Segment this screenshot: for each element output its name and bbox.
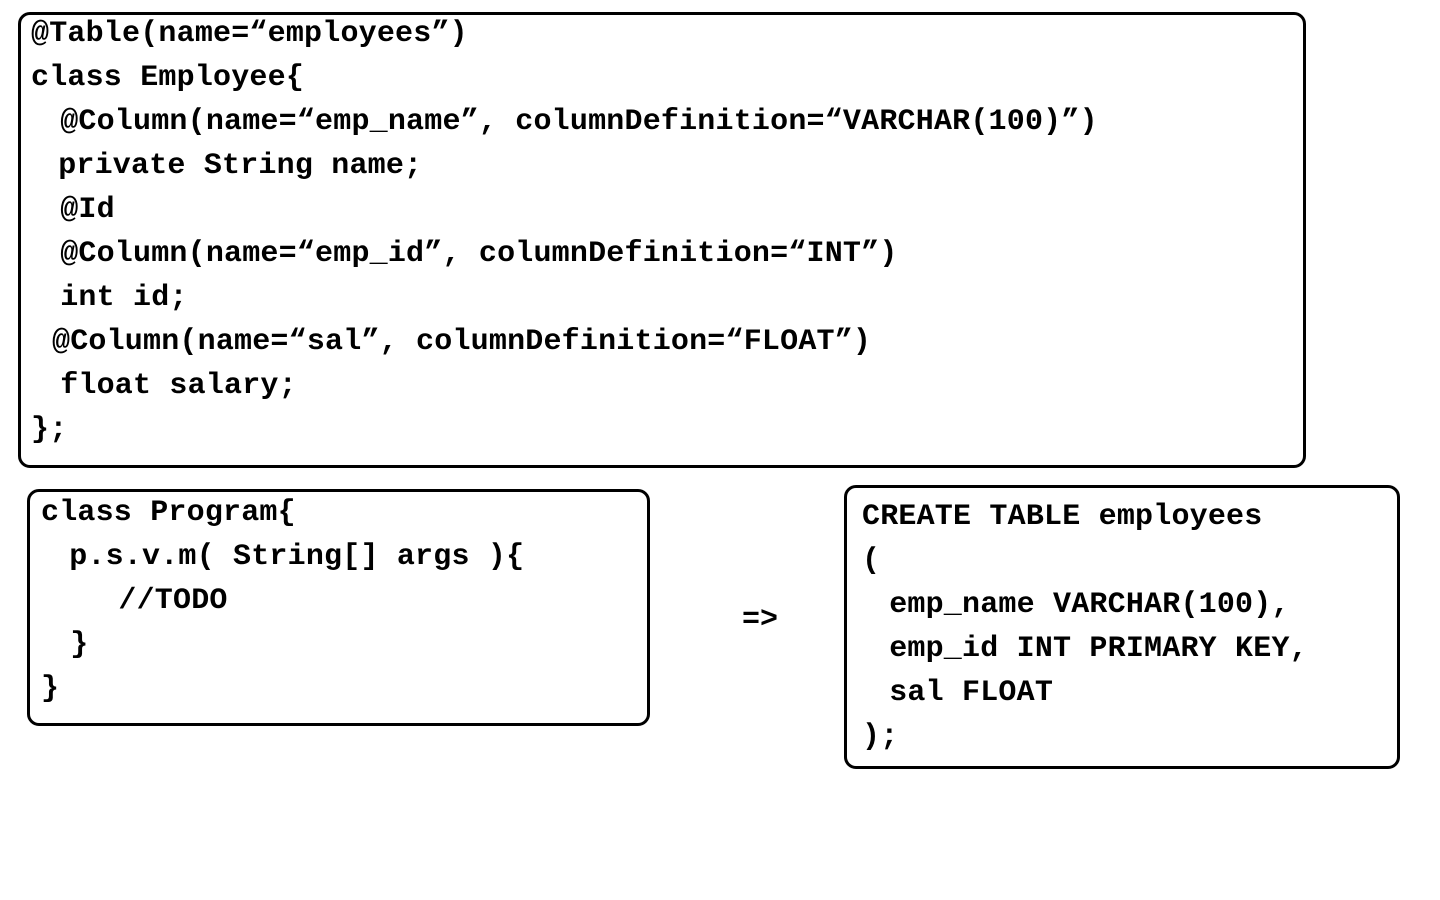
code-line: float salary; [42, 369, 297, 403]
code-line: int id; [42, 281, 188, 315]
code-line: emp_name VARCHAR(100), [871, 588, 1290, 622]
code-line: CREATE TABLE employees [862, 500, 1263, 534]
code-line: } [41, 672, 60, 706]
code-line: }; [31, 413, 68, 447]
sql-create-table-box: CREATE TABLE employees ( emp_name VARCHA… [844, 485, 1400, 769]
code-line: @Column(name=“emp_id”, columnDefinition=… [42, 237, 898, 271]
code-line: private String name; [40, 149, 423, 183]
entity-class-code-box: @Table(name=“employees”) class Employee{… [18, 12, 1306, 468]
transform-arrow: => [742, 603, 779, 637]
code-line: @Id [42, 193, 115, 227]
code-line: @Column(name=“emp_name”, columnDefinitio… [42, 105, 1098, 139]
code-line: //TODO [82, 584, 228, 618]
code-line: } [52, 628, 89, 662]
code-line: @Table(name=“employees”) [31, 17, 468, 51]
program-class-code-box: class Program{ p.s.v.m( String[] args ){… [27, 489, 650, 726]
code-line: ); [862, 720, 899, 754]
code-line: class Employee{ [31, 61, 305, 95]
code-line: p.s.v.m( String[] args ){ [51, 540, 525, 574]
code-line: sal FLOAT [871, 676, 1054, 710]
code-line: @Column(name=“sal”, columnDefinition=“FL… [52, 325, 872, 359]
code-line: ( [862, 544, 881, 578]
code-line: emp_id INT PRIMARY KEY, [871, 632, 1308, 666]
code-line: class Program{ [41, 496, 296, 530]
